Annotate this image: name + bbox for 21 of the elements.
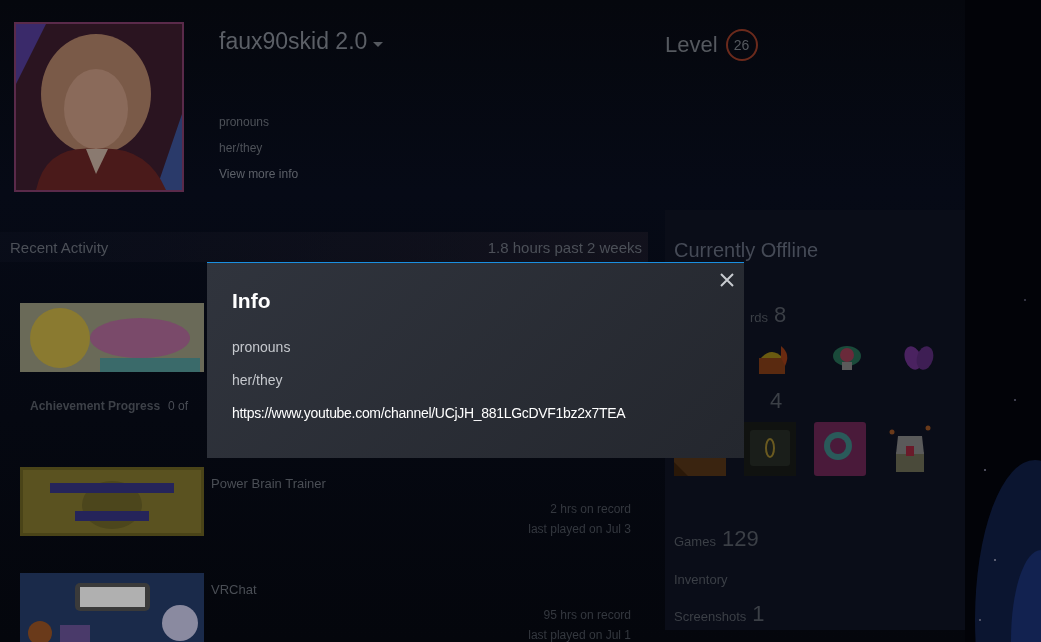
- persona-name[interactable]: faux90skid 2.0: [219, 28, 368, 55]
- playtime-summary: 1.8 hours past 2 weeks: [487, 238, 642, 256]
- info-text: pronouns: [232, 339, 292, 355]
- game-name[interactable]: Power Brain Trainer: [211, 476, 631, 491]
- achievement-label: Achievement Progress: [30, 399, 161, 413]
- section-title: Recent Activity: [10, 238, 109, 256]
- level-label: Level: [665, 32, 718, 58]
- status-text: Currently Offline: [674, 239, 820, 262]
- dialog-title: Info: [232, 289, 272, 313]
- level-badge: 26: [725, 29, 758, 61]
- info-text: her/they: [232, 372, 284, 388]
- profile-info-line: pronouns: [219, 115, 271, 129]
- achievement-value: 0 of: [168, 399, 189, 413]
- badge-icon: [814, 422, 866, 476]
- view-more-link[interactable]: View more info: [219, 167, 629, 181]
- caret-icon: [373, 42, 384, 47]
- profile-info-line: her/they: [219, 141, 264, 155]
- close-icon[interactable]: [720, 273, 734, 287]
- url-link[interactable]: https://www.youtube.com/channel/UCjJH_881LGcDVF1bz2x7TEA: [232, 405, 719, 421]
- game-name[interactable]: VRChat: [211, 582, 631, 597]
- badge-icon: [744, 422, 796, 476]
